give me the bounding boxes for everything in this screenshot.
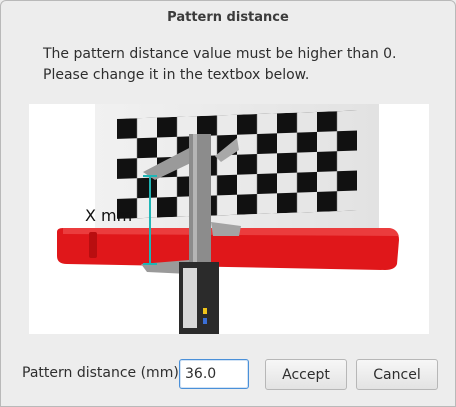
measurement-label: X mm (85, 206, 132, 225)
pattern-distance-input[interactable] (179, 359, 249, 389)
accept-button[interactable]: Accept (265, 359, 347, 390)
pattern-distance-dialog: Pattern distance The pattern distance va… (0, 0, 456, 407)
cancel-button[interactable]: Cancel (356, 359, 438, 390)
dialog-message: The pattern distance value must be highe… (43, 46, 397, 83)
caliper-pattern-image: X mm (57, 104, 399, 334)
calibration-illustration: X mm (29, 104, 429, 334)
pattern-distance-label: Pattern distance (mm) (22, 365, 179, 381)
checkerboard-pattern (117, 110, 357, 219)
dialog-title: Pattern distance (167, 10, 289, 25)
